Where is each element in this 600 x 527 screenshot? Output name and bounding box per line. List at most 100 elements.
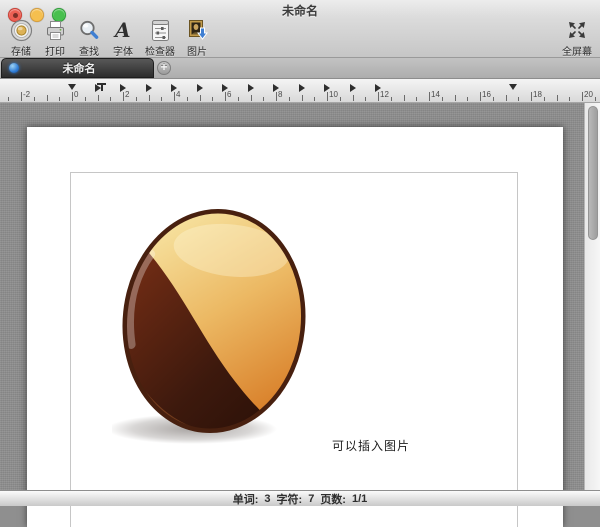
right-indent-marker[interactable] <box>509 84 517 90</box>
ruler-tick <box>378 92 379 101</box>
ruler-tick <box>416 97 417 101</box>
print-button[interactable]: 打印 <box>38 17 72 58</box>
tab-stop-marker[interactable] <box>222 84 228 92</box>
inspector-icon <box>148 18 172 42</box>
ruler-tick <box>47 95 48 101</box>
ruler-tick <box>442 97 443 101</box>
inserted-coffee-bean-image[interactable] <box>112 201 317 446</box>
ruler-tick <box>251 95 252 101</box>
ruler-tick <box>276 92 277 101</box>
ruler-tick <box>8 97 9 101</box>
ruler-tick <box>136 97 137 101</box>
ruler-tick <box>544 97 545 101</box>
tab-label: 未命名 <box>19 60 139 76</box>
ruler-tick <box>187 97 188 101</box>
page-count-label: 页数: <box>320 491 346 507</box>
document-text[interactable]: 可以插入图片 <box>332 437 410 454</box>
ruler-tick <box>493 97 494 101</box>
ruler-tick <box>531 92 532 101</box>
find-button[interactable]: 查找 <box>72 17 106 58</box>
tab-stop-marker[interactable] <box>171 84 177 92</box>
ruler-tick <box>467 97 468 101</box>
char-count-label: 字符: <box>277 491 303 507</box>
first-line-indent-marker[interactable] <box>97 83 106 91</box>
add-tab-button[interactable]: + <box>157 61 171 75</box>
document-page[interactable]: 可以插入图片 <box>27 127 563 527</box>
ruler-tick <box>391 97 392 101</box>
ruler-number: 16 <box>482 90 491 99</box>
ruler-number: 12 <box>380 90 389 99</box>
ruler-tick <box>569 97 570 101</box>
ruler-tick <box>302 95 303 101</box>
ruler-tick <box>123 92 124 101</box>
ruler-number: 14 <box>431 90 440 99</box>
left-indent-marker[interactable] <box>68 84 76 90</box>
word-count-value: 3 <box>264 493 270 505</box>
ruler-tick <box>225 92 226 101</box>
tab-stop-marker[interactable] <box>273 84 279 92</box>
ruler-number: 20 <box>584 90 593 99</box>
ruler-tick <box>506 95 507 101</box>
ruler-tick <box>59 97 60 101</box>
tab-stop-marker[interactable] <box>350 84 356 92</box>
ruler-tick <box>340 97 341 101</box>
ruler-tick <box>557 95 558 101</box>
window-header: 未命名 存储 <box>0 0 600 58</box>
ruler-tick <box>174 92 175 101</box>
ruler-tick <box>314 97 315 101</box>
print-icon <box>43 18 67 42</box>
toolbar: 存储 打印 <box>4 17 214 58</box>
document-background: 可以插入图片 <box>0 103 600 490</box>
ruler-number: 10 <box>329 90 338 99</box>
vertical-scrollbar[interactable] <box>584 103 600 490</box>
font-icon: A <box>111 18 135 42</box>
ruler-tick <box>110 97 111 101</box>
status-bar: 单词: 3 字符: 7 页数: 1/1 <box>0 490 600 506</box>
tab-stop-marker[interactable] <box>375 84 381 92</box>
image-icon <box>185 18 209 42</box>
tab-bar: 未命名 + <box>0 58 600 79</box>
ruler[interactable]: -202468101214161820 <box>0 79 600 103</box>
ruler-number: 18 <box>533 90 542 99</box>
ruler-tick <box>149 95 150 101</box>
ruler-tick <box>365 97 366 101</box>
inspector-button[interactable]: 检查器 <box>140 17 180 58</box>
char-count-value: 7 <box>308 493 314 505</box>
tab-document-icon <box>9 63 19 73</box>
word-count-label: 单词: <box>233 491 259 507</box>
tab-stop-marker[interactable] <box>197 84 203 92</box>
svg-text:A: A <box>113 19 131 42</box>
ruler-tick <box>455 95 456 101</box>
ruler-tick <box>161 97 162 101</box>
page-count-value: 1/1 <box>352 493 367 505</box>
ruler-tick <box>595 97 596 101</box>
ruler-number: 0 <box>74 90 78 99</box>
ruler-tick <box>353 95 354 101</box>
ruler-tick <box>85 97 86 101</box>
tab-stop-marker[interactable] <box>146 84 152 92</box>
search-icon <box>77 18 101 42</box>
ruler-tick <box>480 92 481 101</box>
save-icon <box>9 18 33 42</box>
ruler-tick <box>404 95 405 101</box>
tab-stop-marker[interactable] <box>120 84 126 92</box>
ruler-tick <box>72 92 73 101</box>
ruler-tick <box>429 92 430 101</box>
tab-stop-marker[interactable] <box>299 84 305 92</box>
ruler-tick <box>238 97 239 101</box>
insert-image-button[interactable]: 图片 <box>180 17 214 58</box>
fullscreen-button[interactable]: 全屏幕 <box>557 17 597 58</box>
tab-untitled[interactable]: 未命名 <box>1 58 154 78</box>
tab-stop-marker[interactable] <box>324 84 330 92</box>
ruler-tick <box>327 92 328 101</box>
save-button[interactable]: 存储 <box>4 17 38 58</box>
ruler-number: -2 <box>23 90 30 99</box>
font-button[interactable]: A 字体 <box>106 17 140 58</box>
scrollbar-thumb[interactable] <box>588 106 598 240</box>
ruler-tick <box>289 97 290 101</box>
fullscreen-icon <box>565 18 589 42</box>
ruler-tick <box>263 97 264 101</box>
ruler-tick <box>200 95 201 101</box>
ruler-tick <box>518 97 519 101</box>
tab-stop-marker[interactable] <box>248 84 254 92</box>
